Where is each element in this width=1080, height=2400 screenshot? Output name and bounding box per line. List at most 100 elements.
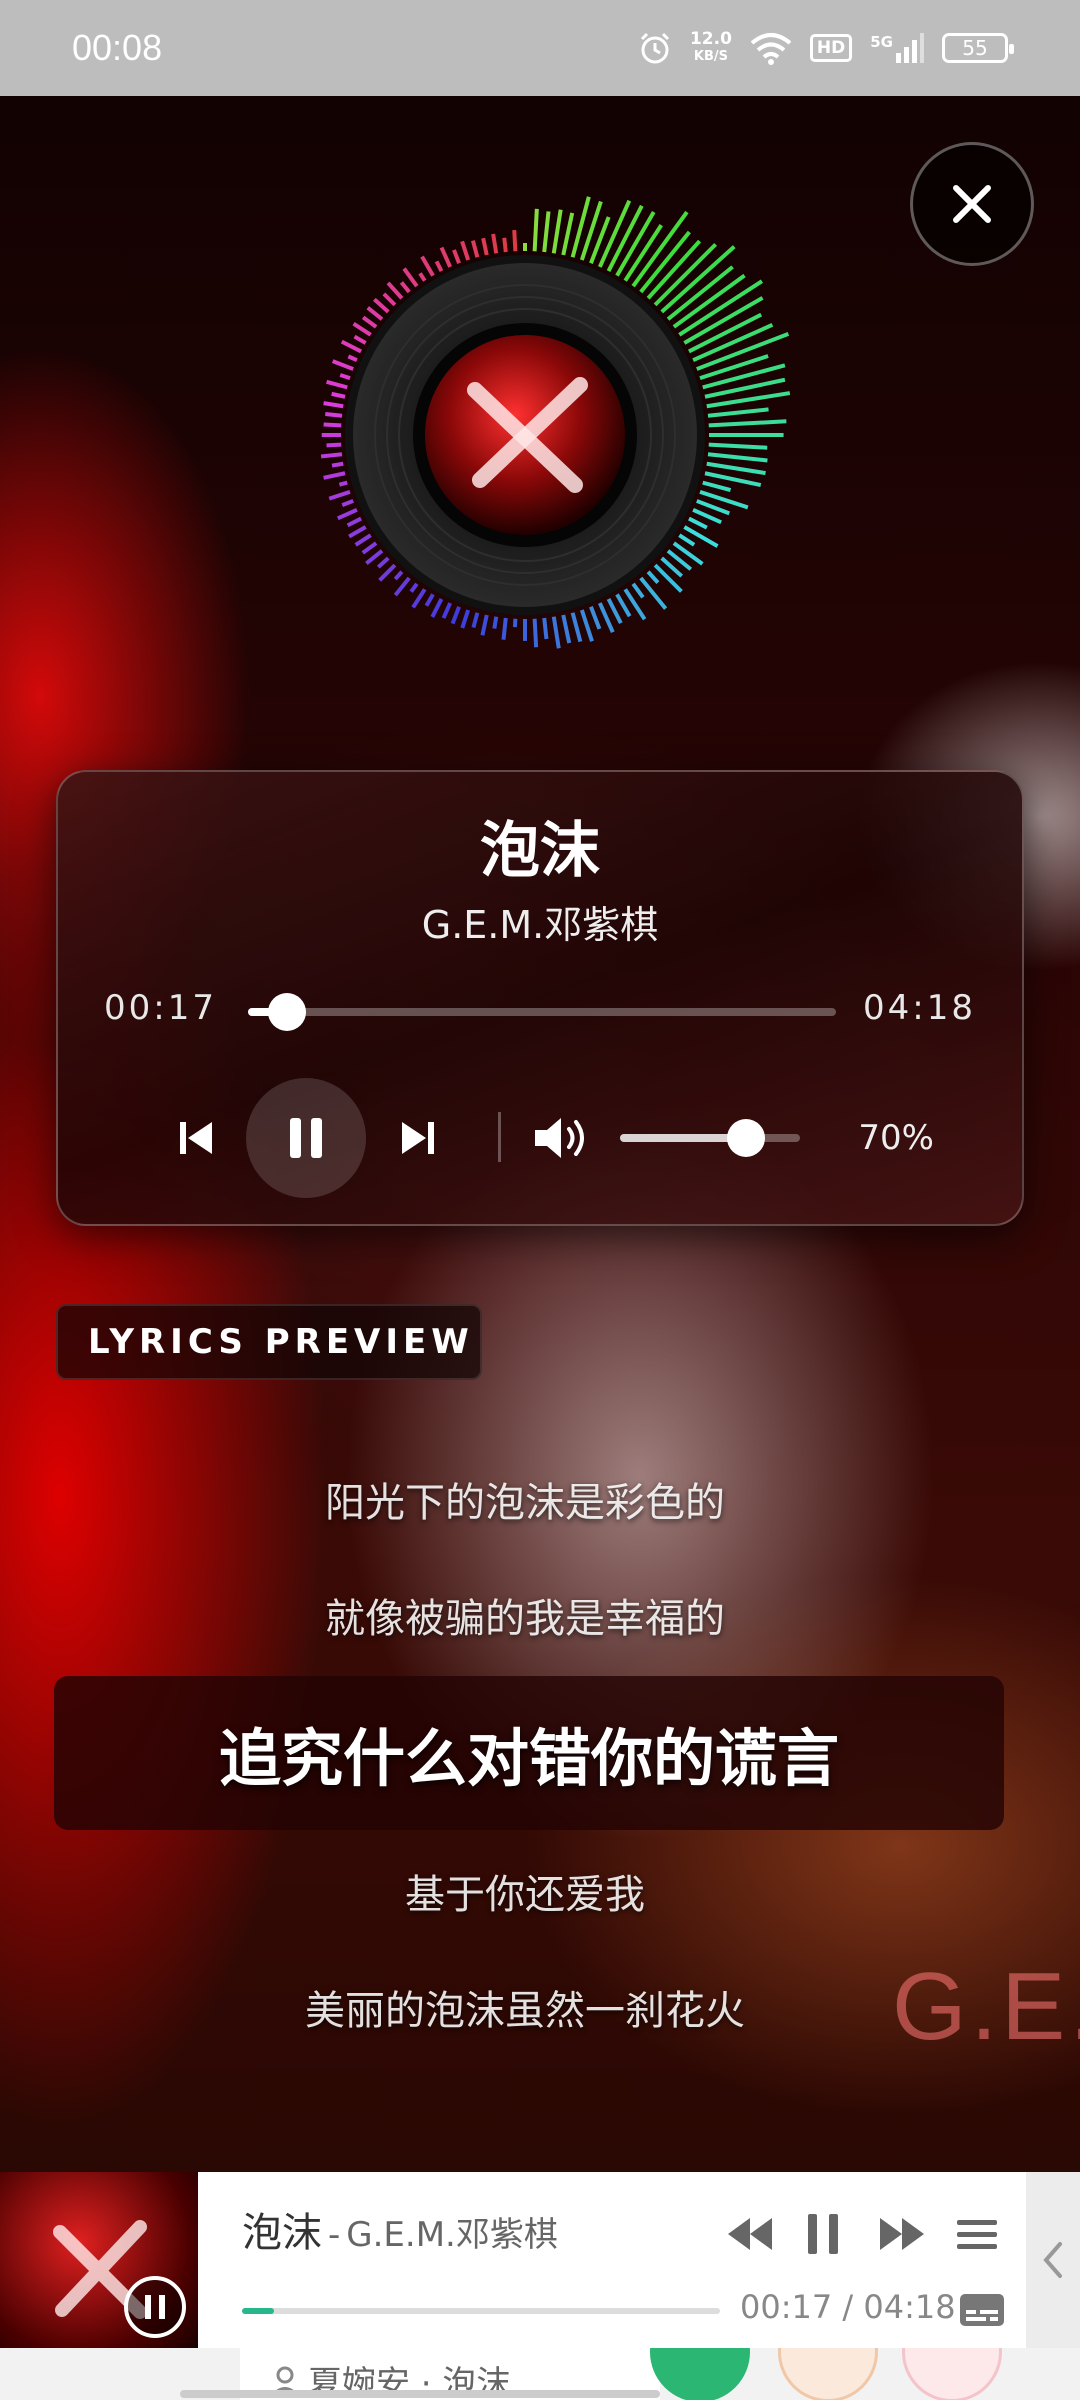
visualizer-bar [542,211,551,253]
wifi-icon [750,33,792,65]
visualizer-bar [551,616,561,649]
signal-indicator: 5G [870,33,924,63]
mini-pause-button[interactable] [800,2204,846,2264]
pause-button[interactable] [246,1078,366,1198]
visualizer-bar [707,407,769,418]
visualizer-bar [331,391,346,399]
close-icon [953,185,991,223]
progress-slider[interactable] [248,993,836,1031]
mini-player[interactable]: 泡沫 - G.E.M.邓紫棋 00:17 / 04:18 [0,2172,1080,2348]
progress-thumb[interactable] [267,993,306,1031]
visualizer-bar [678,533,696,547]
visualizer-bar [402,267,419,288]
net-speed-value: 12.0 [689,29,732,49]
mini-title-row: 泡沫 - G.E.M.邓紫棋 [242,2200,558,2258]
visualizer-bar [323,471,346,480]
visualizer-bar [492,616,499,629]
visualizer-bar [470,240,480,258]
visualizer-bar [361,541,378,555]
lyric-line: 基于你还爱我 [405,1872,645,1918]
volume-value: 70% [858,1118,934,1158]
visualizer-bar [346,516,362,528]
visualizer-bar [631,210,689,288]
bottom-orange-button[interactable] [778,2348,878,2400]
signal-label: 5G [870,33,893,51]
fast-forward-icon [880,2218,924,2250]
visualizer-bar [561,614,572,644]
visualizer-bar [365,549,384,566]
visualizer-bar [347,354,358,362]
next-button[interactable] [388,1108,448,1168]
visualizer-bar [606,598,623,625]
visualizer-bar [411,588,427,609]
home-indicator[interactable] [180,2390,660,2398]
bottom-green-button[interactable] [650,2348,750,2400]
current-time: 00:17 [104,988,217,1028]
mini-separator: - [328,2215,341,2255]
visualizer-bar [692,508,722,525]
mini-art-pause-button[interactable] [124,2276,186,2338]
visualizer-bar [326,379,348,390]
visualizer-bar [430,598,444,618]
visualizer-bar [441,602,452,619]
skip-previous-icon [180,1122,212,1154]
bottom-pink-button[interactable] [902,2348,1002,2400]
visualizer-bar [361,315,378,329]
volume-button[interactable] [528,1108,598,1168]
visualizer-bar [353,334,367,345]
visualizer-bar [702,480,732,493]
visualizer-bar [646,570,660,584]
active-lyric-line: 追究什么对错你的谎言 [218,1722,839,1795]
side-collapse-handle[interactable] [1026,2172,1080,2348]
subtitles-icon[interactable] [958,2290,1006,2330]
visualizer-bar [502,237,508,253]
active-lyric-box: 追究什么对错你的谎言 [54,1676,1004,1830]
visualizer-bar [354,533,372,547]
mini-album-art[interactable] [0,2172,198,2348]
visualizer-bar [393,576,411,597]
visualizer-bar [570,612,583,643]
previous-button[interactable] [166,1108,226,1168]
chevron-left-icon [1043,2242,1062,2278]
signal-bars-icon [896,33,924,63]
visualizer-bar [409,582,419,593]
visualizer-bar [376,556,390,569]
visualizer-bar [699,354,769,381]
mini-playlist-button[interactable] [952,2204,1002,2264]
visualizer-bar [615,593,632,618]
battery-indicator: 55 [942,33,1014,63]
visualizer-bar [653,242,718,307]
visualizer-bar [480,614,489,636]
visualizer-bar [708,419,787,428]
mini-forward-button[interactable] [876,2204,928,2264]
mini-song-artist: G.E.M.邓紫棋 [346,2215,558,2255]
visualizer-bar [561,212,575,256]
visualizer-bar [320,452,343,459]
pause-icon [290,1118,322,1158]
player-card: 泡沫 G.E.M.邓紫棋 00:17 04:18 70% [56,770,1024,1226]
visualizer-bar [337,508,358,521]
visualizer-bar [452,249,461,264]
pause-icon [145,2295,165,2319]
lyric-line: 阳光下的泡沫是彩色的 [325,1480,725,1526]
visualizer-bar [338,480,348,487]
mini-rewind-button[interactable] [724,2204,776,2264]
visualizer-bar [660,245,736,314]
controls-divider [498,1112,501,1162]
volume-slider[interactable] [620,1119,800,1157]
status-time: 00:08 [72,27,163,68]
mini-progress-bar[interactable] [242,2308,720,2314]
close-button[interactable] [910,142,1034,266]
visualizer-bar [589,606,602,630]
visualizer-bar [688,516,708,530]
alarm-icon [640,32,670,64]
visualizer-bar [439,246,452,268]
rewind-icon [728,2218,772,2250]
visualizer-bar [352,321,372,337]
volume-thumb[interactable] [727,1119,765,1157]
visualizer-bar [331,461,344,468]
visualizer-bar [325,412,343,418]
visualizer-bar [340,339,362,354]
hd-badge: HD [809,34,853,62]
visualizer-bar [704,471,762,488]
